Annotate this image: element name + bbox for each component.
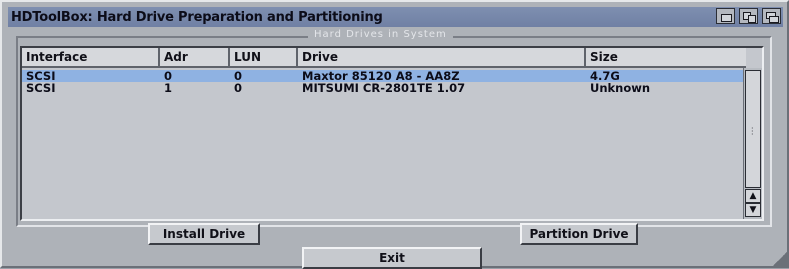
install-drive-button[interactable]: Install Drive: [148, 223, 260, 245]
iconify-icon[interactable]: [716, 8, 735, 24]
resize-handle[interactable]: [773, 252, 787, 266]
list-rows: SCSI 0 0 Maxtor 85120 A8 - AA8Z 4.7G SCS…: [22, 70, 746, 94]
zoom-icon[interactable]: [739, 8, 758, 24]
vertical-scrollbar[interactable]: · · · ▲ ▼: [743, 68, 762, 219]
grip-icon: · · ·: [751, 124, 754, 139]
group-title: Hard Drives in System: [308, 29, 453, 40]
table-row[interactable]: SCSI 1 0 MITSUMI CR-2801TE 1.07 Unknown: [22, 82, 746, 94]
cell-lun: 0: [234, 81, 243, 95]
column-header-lun[interactable]: LUN: [230, 48, 298, 66]
drive-list[interactable]: Interface Adr LUN Drive Size SCSI 0 0 Ma…: [20, 46, 764, 221]
column-header-adr[interactable]: Adr: [160, 48, 230, 66]
list-header: Interface Adr LUN Drive Size: [22, 48, 746, 68]
exit-button[interactable]: Exit: [302, 247, 482, 269]
cell-size: Unknown: [590, 81, 651, 95]
cell-interface: SCSI: [26, 81, 56, 95]
scroll-down-icon[interactable]: ▼: [745, 203, 761, 217]
window-title: HDToolBox: Hard Drive Preparation and Pa…: [11, 9, 383, 25]
cell-drive: MITSUMI CR-2801TE 1.07: [302, 81, 466, 95]
title-bar[interactable]: HDToolBox: Hard Drive Preparation and Pa…: [8, 7, 783, 27]
scrollbar-knob[interactable]: · · ·: [745, 70, 761, 188]
depth-icon[interactable]: [762, 8, 781, 24]
title-bar-gadgets: [716, 8, 781, 24]
column-header-drive[interactable]: Drive: [298, 48, 586, 66]
partition-drive-button[interactable]: Partition Drive: [520, 223, 638, 245]
hdtoolbox-window: HDToolBox: Hard Drive Preparation and Pa…: [0, 0, 789, 269]
column-header-size[interactable]: Size: [586, 48, 746, 66]
column-header-interface[interactable]: Interface: [22, 48, 160, 66]
cell-adr: 1: [164, 81, 173, 95]
scroll-up-icon[interactable]: ▲: [745, 189, 761, 203]
